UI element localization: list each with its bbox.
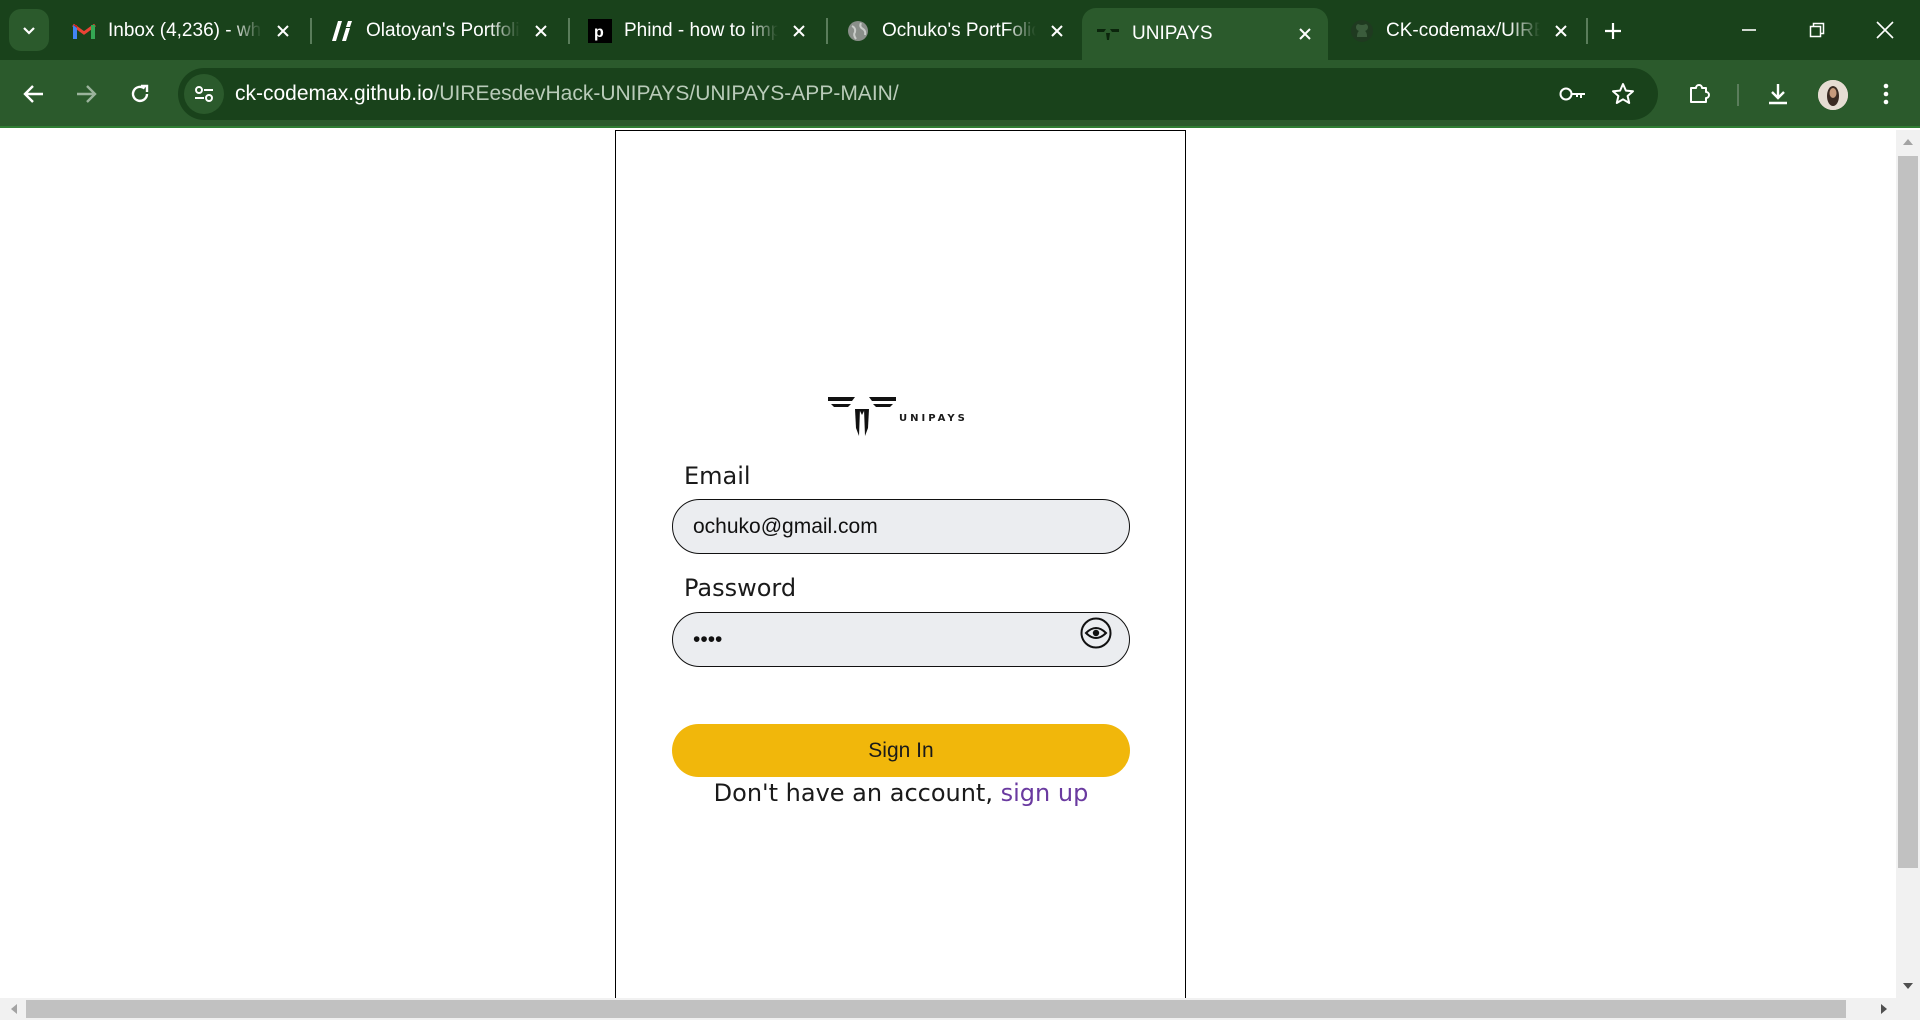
puzzle-icon [1690, 84, 1710, 103]
tune-icon [195, 86, 213, 102]
triangle-right-icon [1881, 1004, 1887, 1014]
horizontal-scroll-thumb[interactable] [26, 1000, 1846, 1018]
tab-gmail[interactable]: Inbox (4,236) - whe [58, 8, 306, 54]
bookmark-button[interactable] [1608, 79, 1638, 109]
close-icon[interactable] [1546, 16, 1576, 46]
triangle-up-icon [1903, 139, 1913, 145]
scroll-left-arrow[interactable] [4, 999, 24, 1019]
close-icon[interactable] [1290, 19, 1320, 49]
close-icon[interactable] [526, 16, 556, 46]
tab-ochuko-portfolio[interactable]: Ochuko's PortFolio [832, 8, 1080, 54]
unipays-logo-icon [1096, 22, 1120, 46]
new-tab-button[interactable] [1594, 12, 1632, 50]
tab-unipays[interactable]: UNIPAYS [1082, 8, 1328, 60]
triangle-left-icon [11, 1004, 17, 1014]
tab-title: CK-codemax/UIREe [1386, 20, 1540, 41]
email-label: Email [684, 462, 751, 490]
tab-phind[interactable]: p Phind - how to imp [574, 8, 822, 54]
gmail-icon [72, 19, 96, 43]
minimize-button[interactable] [1726, 10, 1772, 50]
login-screen: UNIPAYS Email Password Sign In Don't hav… [615, 130, 1186, 1000]
tab-title: Ochuko's PortFolio [882, 20, 1036, 41]
scroll-up-arrow[interactable] [1898, 132, 1918, 152]
reload-icon [131, 84, 149, 103]
password-field[interactable] [672, 612, 1130, 667]
password-label: Password [684, 574, 797, 602]
star-icon [1612, 83, 1634, 104]
close-window-button[interactable] [1862, 10, 1908, 50]
url-path: /UIREesdevHack-UNIPAYS/UNIPAYS-APP-MAIN/ [433, 82, 899, 105]
browser-toolbar: ck-codemax.github.io/UIREesdevHack-UNIPA… [0, 60, 1920, 128]
triangle-down-icon [1903, 983, 1913, 989]
close-icon[interactable] [268, 16, 298, 46]
sign-up-link[interactable]: sign up [1001, 779, 1089, 807]
chevron-down-icon [23, 27, 35, 35]
arrow-left-icon [23, 85, 43, 103]
address-bar[interactable]: ck-codemax.github.io/UIREesdevHack-UNIPA… [178, 68, 1658, 120]
signup-prompt-text: Don't have an account, [713, 779, 993, 807]
tab-title: Olatoyan's Portfolio [366, 20, 520, 41]
close-icon[interactable] [784, 16, 814, 46]
arrow-right-icon [77, 85, 97, 103]
password-manager-button[interactable] [1558, 79, 1588, 109]
brand-name: UNIPAYS [899, 413, 968, 424]
browser-menu-button[interactable] [1866, 74, 1906, 114]
sign-in-button[interactable]: Sign In [672, 724, 1130, 777]
tab-title: UNIPAYS [1132, 23, 1213, 44]
key-icon [1559, 87, 1585, 101]
avatar-icon [1818, 80, 1848, 110]
svg-text:p: p [594, 24, 604, 41]
github-icon [1350, 19, 1374, 43]
toggle-password-visibility[interactable] [1080, 617, 1112, 649]
scroll-right-arrow[interactable] [1874, 999, 1894, 1019]
downloads-button[interactable] [1758, 74, 1798, 114]
signup-prompt: Don't have an account, sign up [672, 779, 1130, 807]
url-host: ck-codemax.github.io [235, 82, 434, 105]
scroll-down-arrow[interactable] [1898, 976, 1918, 996]
minimize-icon [1742, 29, 1756, 31]
toolbar-separator [1737, 84, 1739, 106]
tab-search-button[interactable] [9, 9, 49, 51]
globe-icon [846, 19, 870, 43]
restore-button[interactable] [1794, 10, 1840, 50]
close-icon[interactable] [1042, 16, 1072, 46]
tab-separator [310, 18, 312, 44]
vertical-scroll-thumb[interactable] [1898, 156, 1918, 868]
tab-strip: Inbox (4,236) - whe Olatoyan's Portfolio… [0, 0, 1920, 60]
profile-avatar[interactable] [1818, 80, 1848, 110]
forward-button[interactable] [66, 74, 106, 114]
tab-separator [568, 18, 570, 44]
extensions-button[interactable] [1679, 74, 1719, 114]
tab-title: Inbox (4,236) - whe [108, 20, 262, 41]
tab-separator [1586, 18, 1588, 44]
tab-github[interactable]: CK-codemax/UIREe [1336, 8, 1584, 54]
url-text[interactable]: ck-codemax.github.io/UIREesdevHack-UNIPA… [235, 82, 899, 106]
tab-title: Phind - how to imp [624, 20, 778, 41]
tab-olatoyan-portfolio[interactable]: Olatoyan's Portfolio [316, 8, 564, 54]
close-icon [1876, 21, 1894, 39]
eye-icon [1080, 617, 1112, 649]
portfolio-logo-icon [330, 19, 354, 43]
plus-icon [1605, 23, 1621, 39]
page-viewport: UNIPAYS Email Password Sign In Don't hav… [0, 130, 1920, 1020]
tab-separator [826, 18, 828, 44]
back-button[interactable] [14, 74, 54, 114]
site-info-button[interactable] [184, 74, 224, 114]
phind-icon: p [588, 19, 612, 43]
restore-icon [1809, 22, 1825, 38]
more-vertical-icon [1883, 83, 1889, 105]
reload-button[interactable] [120, 74, 160, 114]
email-field[interactable] [672, 499, 1130, 554]
download-icon [1769, 84, 1787, 105]
